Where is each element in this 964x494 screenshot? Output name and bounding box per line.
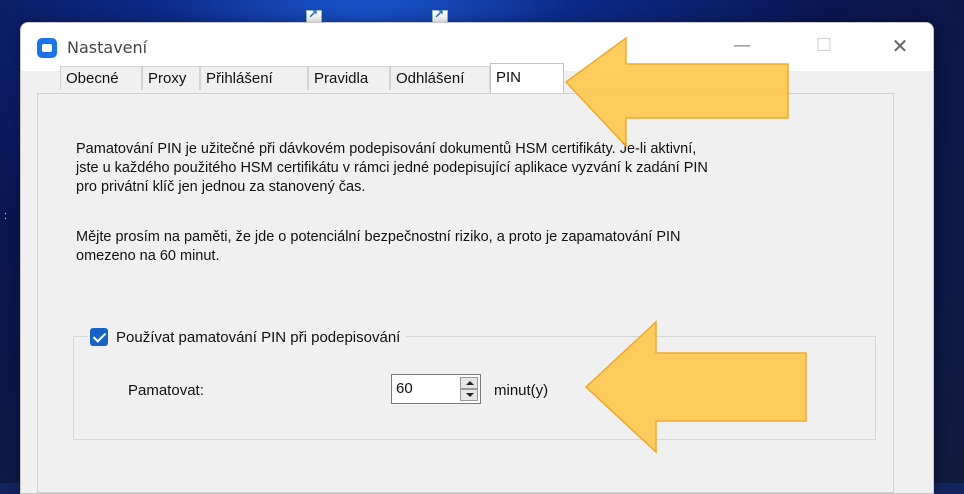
tab-pravidla[interactable]: Pravidla xyxy=(308,66,390,90)
desktop-edge-mark: : xyxy=(4,210,8,222)
close-button[interactable]: ✕ xyxy=(877,31,923,63)
pin-warning: Mějte prosím na paměti, že jde o potenci… xyxy=(76,228,856,266)
enable-pin-remember-checkbox[interactable] xyxy=(90,328,108,346)
description-line: pro privátní klíč jen jednou za stanoven… xyxy=(76,179,366,195)
warning-line: Mějte prosím na paměti, že jde o potenci… xyxy=(76,229,681,245)
minimize-button[interactable]: — xyxy=(719,31,765,63)
stepper-up-button[interactable] xyxy=(460,377,478,389)
app-icon xyxy=(37,38,57,58)
description-line: jste u každého použitého HSM certifikátu… xyxy=(76,160,708,176)
remember-minutes-stepper[interactable] xyxy=(391,374,481,404)
enable-pin-remember-label[interactable]: Používat pamatování PIN při podepisování xyxy=(116,329,400,346)
stepper-buttons xyxy=(460,377,478,401)
window-title: Nastavení xyxy=(67,38,148,57)
maximize-button[interactable]: ☐ xyxy=(801,31,847,63)
title-bar[interactable]: Nastavení — ☐ ✕ xyxy=(21,23,933,71)
remember-label: Pamatovat: xyxy=(128,382,204,399)
tab-proxy[interactable]: Proxy xyxy=(142,66,200,90)
enable-pin-remember-row[interactable]: Používat pamatování PIN při podepisování xyxy=(88,328,407,346)
tab-prihlaseni[interactable]: Přihlášení xyxy=(200,66,308,90)
tab-pin[interactable]: PIN xyxy=(490,63,564,93)
stepper-down-button[interactable] xyxy=(460,389,478,401)
pin-description: Pamatování PIN je užitečné při dávkovém … xyxy=(76,140,856,197)
tab-obecne[interactable]: Obecné xyxy=(60,66,142,90)
tab-odhlaseni[interactable]: Odhlášení xyxy=(390,66,490,90)
warning-line: omezeno na 60 minut. xyxy=(76,248,220,264)
minutes-unit-label: minut(y) xyxy=(494,382,549,399)
remember-minutes-input[interactable] xyxy=(396,380,446,397)
description-line: Pamatování PIN je užitečné při dávkovém … xyxy=(76,141,697,157)
